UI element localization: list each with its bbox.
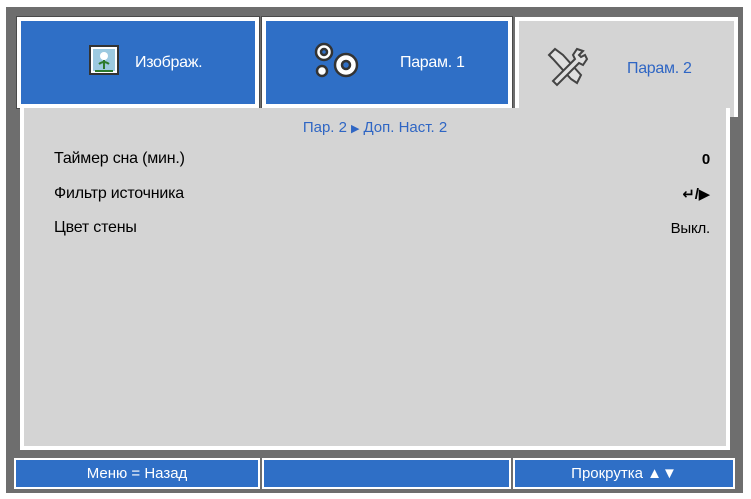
setting-label: Таймер сна (мин.) [54, 150, 185, 167]
settings-panel: Пар. 2 ▶ Доп. Наст. 2 Таймер сна (мин.) 0 … [20, 108, 730, 450]
footer-menu-back[interactable]: Меню = Назад [14, 458, 260, 489]
tab-param-1-label: Парам. 1 [400, 53, 465, 71]
footer-menu-back-label: Меню = Назад [86, 465, 188, 482]
setting-label: Фильтр источника [54, 185, 184, 202]
tools-icon [543, 45, 589, 94]
footer-scroll-label: Прокрутка ▲▼ [571, 465, 677, 482]
enter-arrow-icon: ↵/▶ [682, 186, 710, 203]
breadcrumb: Пар. 2 ▶ Доп. Наст. 2 [24, 119, 726, 136]
image-icon [89, 45, 119, 80]
setting-row-sleep-timer[interactable]: Таймер сна (мин.) 0 [54, 148, 710, 170]
gears-icon [310, 40, 364, 85]
footer-middle [262, 458, 511, 489]
tab-image-label: Изображ. [135, 53, 203, 71]
breadcrumb-parent: Пар. 2 [302, 119, 347, 136]
breadcrumb-current: Доп. Наст. 2 [363, 119, 448, 136]
footer-scroll[interactable]: Прокрутка ▲▼ [513, 458, 735, 489]
osd-menu-frame: Изображ. Парам. 1 Парам. 2 Пар. 2 ▶ Доп.… [6, 7, 743, 493]
tab-param-1[interactable]: Парам. 1 [261, 16, 513, 109]
setting-row-source-filter[interactable]: Фильтр источника ↵/▶ [54, 183, 710, 205]
tab-param-2[interactable]: Парам. 2 [515, 17, 738, 117]
setting-value: Выкл. [670, 219, 711, 237]
setting-label: Цвет стены [54, 219, 137, 236]
breadcrumb-arrow-icon: ▶ [351, 123, 360, 135]
tab-param-2-label: Парам. 2 [627, 60, 692, 77]
tab-image[interactable]: Изображ. [16, 16, 260, 109]
setting-value: 0 [701, 150, 710, 168]
setting-row-wall-color[interactable]: Цвет стены Выкл. [54, 217, 710, 239]
